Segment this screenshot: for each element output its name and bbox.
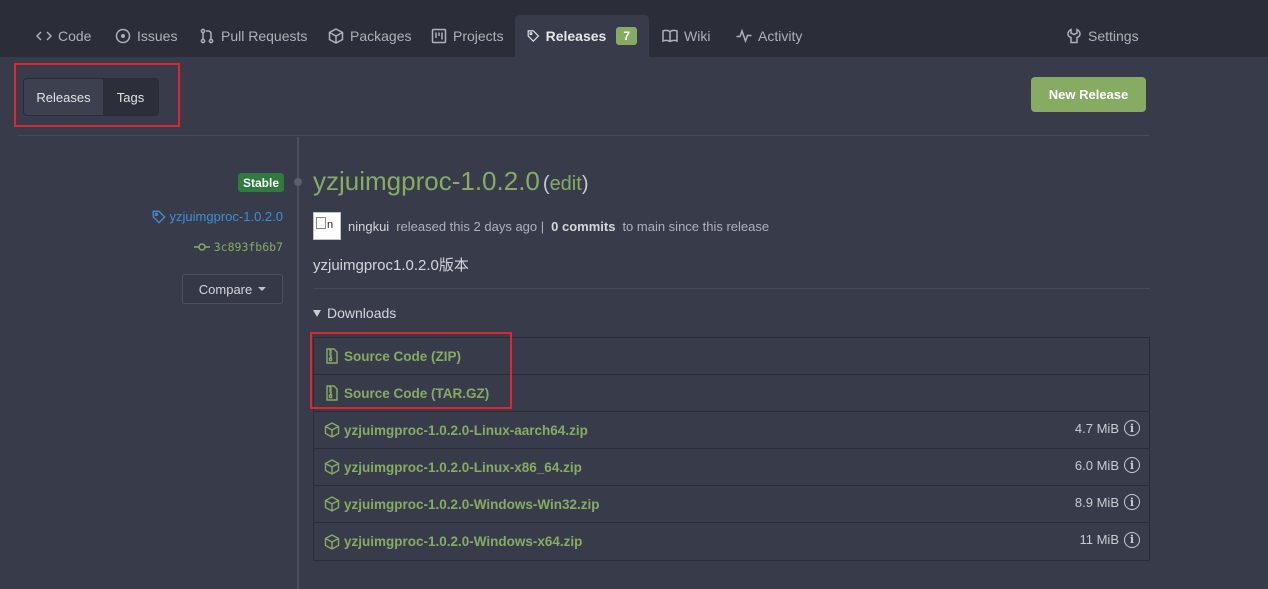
release-author-row: n ningkui released this 2 days ago | 0 c… — [313, 212, 769, 240]
download-source-zip[interactable]: Source Code (ZIP) — [324, 348, 461, 364]
triangle-down-icon — [313, 309, 321, 317]
package-icon — [324, 533, 340, 550]
package-icon — [324, 459, 340, 475]
file-size: 8.9 MiB — [1074, 494, 1119, 510]
list-item: yzjuimgproc-1.0.2.0-Linux-x86_64.zip 6.0… — [314, 449, 1149, 486]
edit-wrapper: (edit) — [542, 173, 589, 195]
file-size: 4.7 MiB — [1074, 420, 1119, 436]
info-icon[interactable]: i — [1124, 531, 1140, 548]
description-divider — [313, 288, 1150, 289]
tab-projects[interactable]: Projects — [431, 15, 504, 57]
list-item: yzjuimgproc-1.0.2.0-Linux-aarch64.zip 4.… — [314, 412, 1149, 449]
file-size: 11 MiB — [1079, 532, 1120, 547]
timeline-line — [297, 137, 299, 589]
author-link[interactable]: ningkui — [348, 219, 389, 234]
list-item: Source Code (ZIP) — [314, 338, 1149, 375]
downloads-toggle[interactable]: Downloads — [313, 305, 396, 321]
commits-suffix: to main since this release — [622, 218, 770, 234]
download-asset-linux-aarch64[interactable]: yzjuimgproc-1.0.2.0-Linux-aarch64.zip — [324, 422, 588, 438]
download-asset-linux-x86-64[interactable]: yzjuimgproc-1.0.2.0-Linux-x86_64.zip — [324, 459, 582, 475]
project-icon — [431, 28, 447, 44]
file-zip-icon — [326, 385, 338, 401]
tab-issues[interactable]: Issues — [115, 15, 177, 57]
pulse-icon — [736, 28, 752, 44]
tag-icon — [527, 30, 540, 42]
info-icon[interactable]: i — [1124, 457, 1140, 473]
file-size: 6.0 MiB — [1074, 457, 1119, 473]
edit-link[interactable]: edit — [550, 173, 582, 195]
tab-wiki[interactable]: Wiki — [662, 15, 710, 57]
issue-icon — [115, 28, 131, 44]
header-divider — [17, 135, 1149, 136]
info-icon[interactable]: i — [1124, 494, 1140, 510]
tab-settings[interactable]: Settings — [1066, 15, 1139, 57]
compare-dropdown[interactable]: Compare — [182, 274, 283, 304]
pull-request-icon — [200, 28, 214, 44]
new-release-button[interactable]: New Release — [1031, 77, 1146, 112]
timeline-dot — [294, 178, 302, 186]
downloads-list: Source Code (ZIP) Source Code (TAR.GZ) y… — [313, 337, 1150, 561]
released-text: released this 2 days ago | — [396, 218, 545, 234]
commits-link[interactable]: 0 commits — [551, 219, 615, 234]
list-item: yzjuimgproc-1.0.2.0-Windows-Win32.zip 8.… — [314, 486, 1149, 523]
info-icon[interactable]: i — [1124, 420, 1140, 436]
stable-badge: Stable — [238, 173, 285, 192]
book-icon — [662, 29, 678, 43]
toggle-tags[interactable]: Tags — [103, 79, 158, 115]
file-zip-icon — [326, 348, 338, 364]
toggle-releases[interactable]: Releases — [24, 79, 103, 115]
list-item: yzjuimgproc-1.0.2.0-Windows-x64.zip 11 M… — [314, 523, 1149, 560]
tab-activity[interactable]: Activity — [736, 15, 802, 57]
package-icon — [324, 496, 340, 512]
repo-tab-bar: Code Issues Pull Requests Packages Proje… — [0, 0, 1268, 57]
release-description: yzjuimgproc1.0.2.0版本 — [313, 257, 469, 274]
broken-image-icon — [316, 217, 326, 229]
tab-packages[interactable]: Packages — [328, 15, 411, 57]
tag-icon — [152, 210, 166, 224]
tab-pull-requests[interactable]: Pull Requests — [199, 15, 307, 57]
releases-tags-toggle: Releases Tags — [23, 78, 159, 116]
download-asset-windows-win32[interactable]: yzjuimgproc-1.0.2.0-Windows-Win32.zip — [324, 496, 600, 512]
tab-releases[interactable]: Releases 7 — [515, 15, 649, 57]
download-asset-windows-x64[interactable]: yzjuimgproc-1.0.2.0-Windows-x64.zip — [324, 533, 582, 550]
download-source-targz[interactable]: Source Code (TAR.GZ) — [324, 385, 489, 401]
release-title[interactable]: yzjuimgproc-1.0.2.0 — [313, 166, 540, 197]
chevron-down-icon — [258, 287, 267, 291]
code-icon — [36, 31, 52, 41]
wrench-icon — [1067, 28, 1081, 44]
releases-count-badge: 7 — [616, 27, 637, 45]
list-item: Source Code (TAR.GZ) — [314, 375, 1149, 412]
package-icon — [324, 422, 340, 438]
commit-sha-link[interactable]: 3c893fb6b7 — [193, 240, 283, 254]
avatar[interactable]: n — [313, 212, 341, 240]
tab-code[interactable]: Code — [36, 15, 91, 57]
release-title-row: yzjuimgproc-1.0.2.0 (edit) — [313, 166, 588, 197]
package-icon — [328, 28, 344, 44]
release-tag-link[interactable]: yzjuimgproc-1.0.2.0 — [152, 209, 283, 224]
commit-icon — [193, 243, 210, 251]
